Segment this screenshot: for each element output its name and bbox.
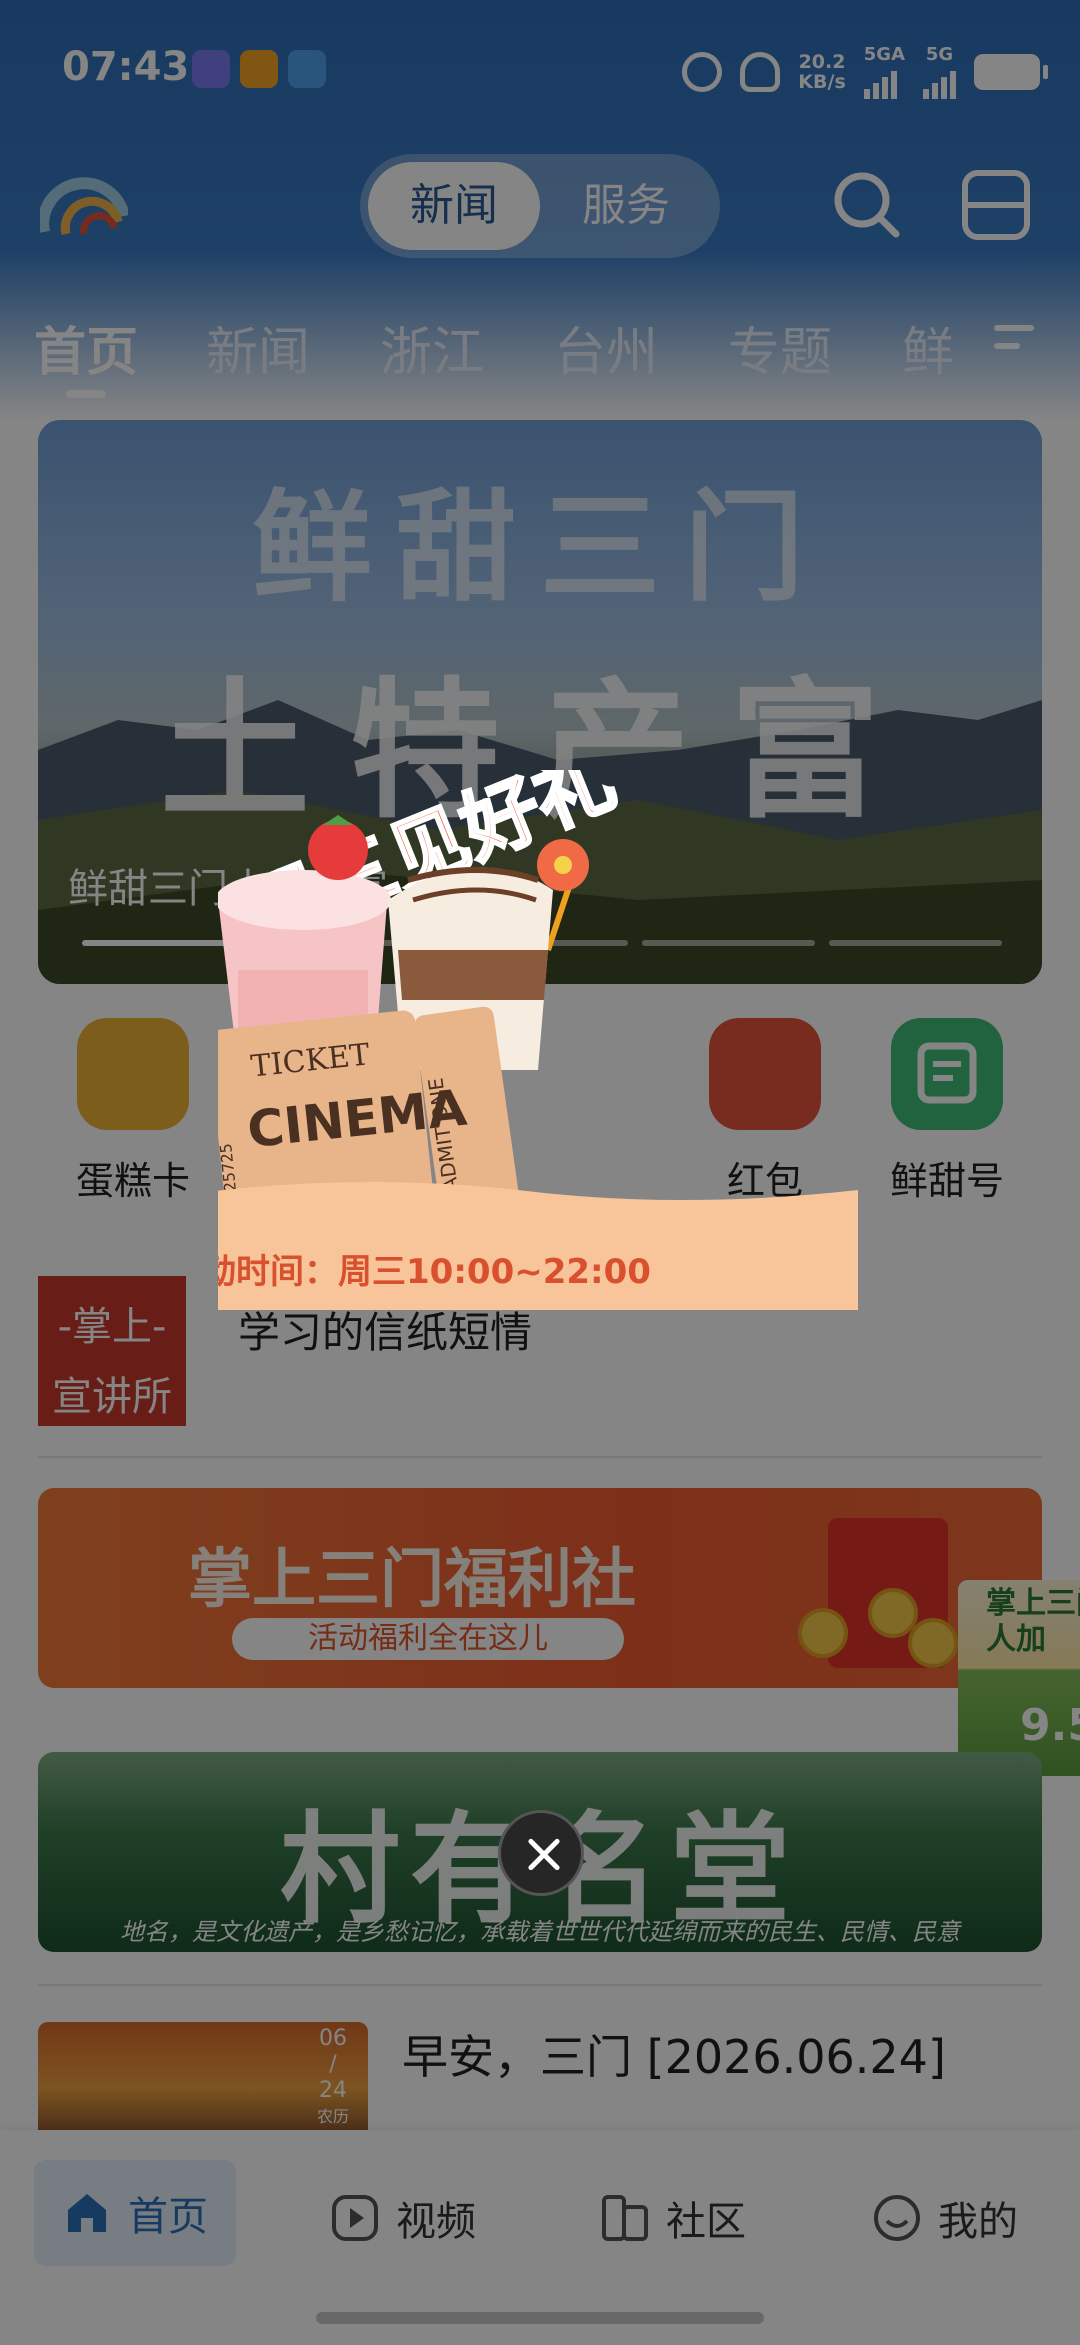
activity-time-ribbon: 活动时间：周三10:00~22:00 [218,1182,858,1310]
promo-popup[interactable]: 周三见好礼 TICKET CINEMA ADMIT ONE 0125725 活动… [218,770,868,1470]
popup-close-button[interactable] [498,1810,584,1896]
activity-time-text: 活动时间：周三10:00~22:00 [218,1252,651,1292]
